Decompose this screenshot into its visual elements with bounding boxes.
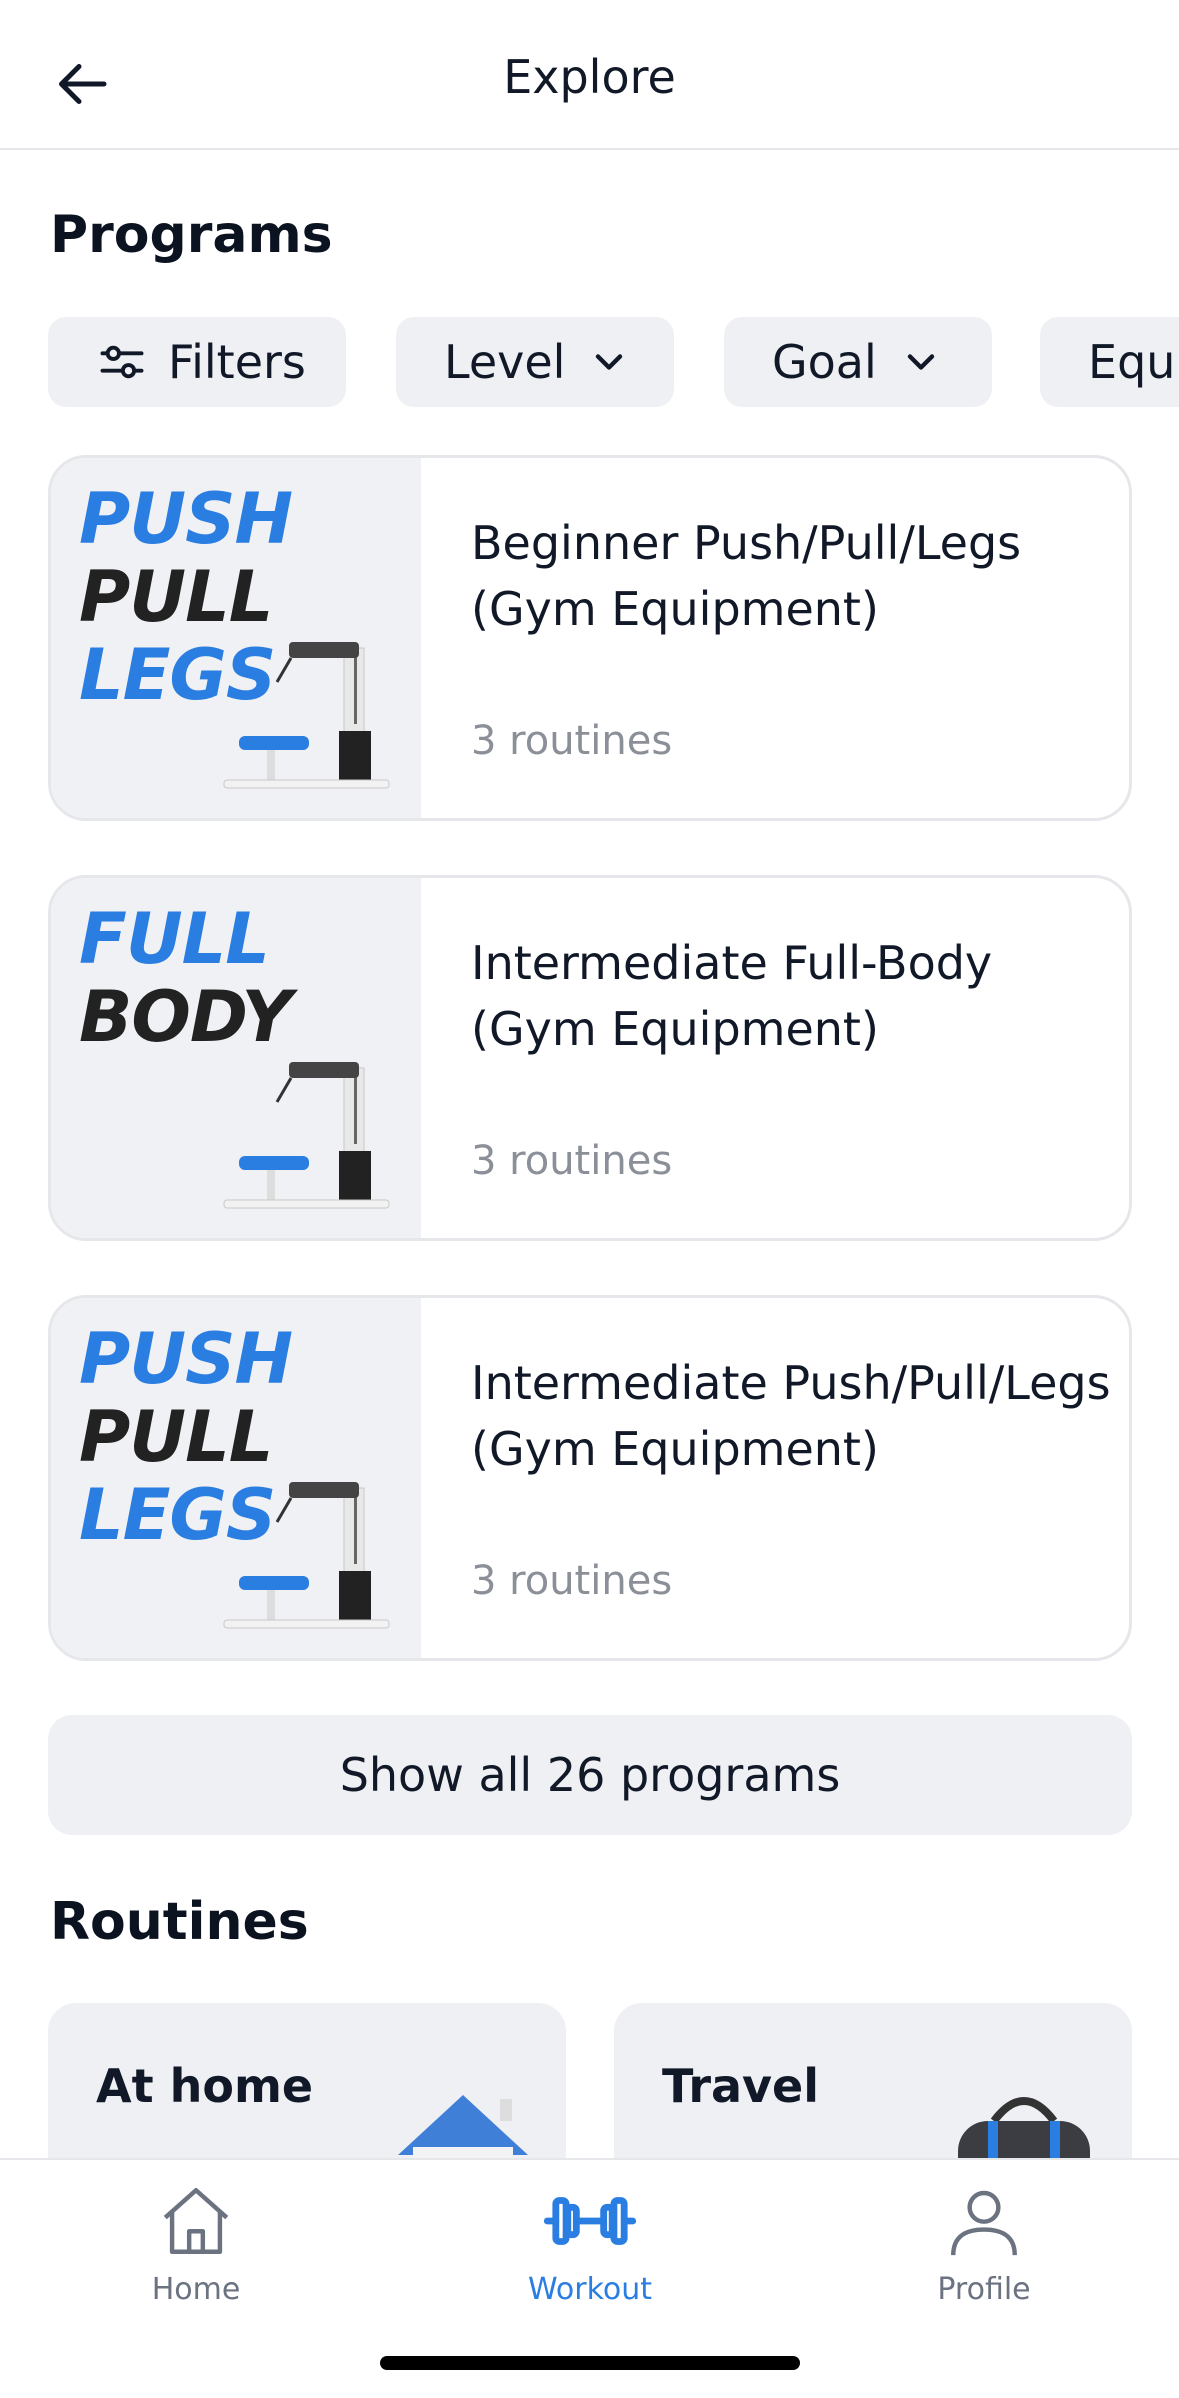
routine-card-title: Travel (662, 2059, 820, 2113)
chevron-down-icon (596, 354, 623, 370)
thumb-word: PUSH (79, 1318, 293, 1400)
top-header: Explore (0, 0, 1179, 150)
program-name: Intermediate Push/Pull/Legs (Gym Equipme… (471, 1356, 1111, 1476)
routines-heading: Routines (50, 1892, 309, 1952)
thumb-word: BODY (79, 976, 292, 1058)
program-routine-count: 3 routines (471, 718, 673, 764)
routine-card-title: At home (96, 2059, 314, 2113)
gym-machine-icon (223, 1482, 390, 1629)
goal-chip-label: Goal (772, 335, 877, 389)
thumb-word: PULL (79, 556, 273, 638)
tab-profile[interactable]: Profile (854, 2180, 1114, 2330)
user-icon (951, 2190, 1017, 2256)
equipment-chip-label: Equi (1088, 335, 1179, 389)
home-indicator (380, 2356, 800, 2370)
filters-chip-label: Filters (168, 335, 306, 389)
filters-chip[interactable]: Filters (48, 317, 346, 407)
program-thumbnail: FULL BODY (51, 878, 421, 1238)
gym-machine-icon (223, 642, 390, 789)
tab-home[interactable]: Home (66, 2180, 326, 2330)
show-all-programs-button[interactable]: Show all 26 programs (48, 1715, 1132, 1835)
thumb-word: PUSH (79, 478, 293, 560)
program-name: Intermediate Full-Body (Gym Equipment) (471, 936, 993, 1056)
level-chip[interactable]: Level (396, 317, 674, 407)
filter-chips-row: Filters Level Goal Equi (0, 317, 1179, 409)
home-icon (163, 2188, 229, 2254)
equipment-chip[interactable]: Equi (1040, 317, 1179, 407)
tab-profile-label: Profile (937, 2272, 1031, 2307)
thumb-word: FULL (79, 898, 270, 980)
sliders-icon (100, 345, 144, 379)
program-routine-count: 3 routines (471, 1138, 673, 1184)
goal-chip[interactable]: Goal (724, 317, 992, 407)
page-title: Explore (503, 50, 676, 104)
program-card[interactable]: FULL BODY Intermediate Full-Body (Gym Eq… (48, 875, 1132, 1241)
tab-workout[interactable]: Workout (460, 2180, 720, 2330)
dumbbell-icon (543, 2197, 637, 2245)
program-name: Beginner Push/Pull/Legs (Gym Equipment) (471, 516, 1022, 636)
chevron-down-icon (907, 354, 934, 370)
tab-workout-label: Workout (527, 2272, 653, 2307)
program-card[interactable]: PUSH PULL LEGS Intermediate Push/Pull/Le… (48, 1295, 1132, 1661)
program-card[interactable]: PUSH PULL LEGS Beginner Push/Pull/Legs (… (48, 455, 1132, 821)
program-routine-count: 3 routines (471, 1558, 673, 1604)
thumb-word: PULL (79, 1396, 273, 1478)
program-thumbnail: PUSH PULL LEGS (51, 458, 421, 818)
tab-home-label: Home (151, 2272, 241, 2307)
program-thumbnail: PUSH PULL LEGS (51, 1298, 421, 1658)
gym-machine-icon (223, 1062, 390, 1209)
programs-heading: Programs (50, 205, 333, 265)
level-chip-label: Level (444, 335, 566, 389)
